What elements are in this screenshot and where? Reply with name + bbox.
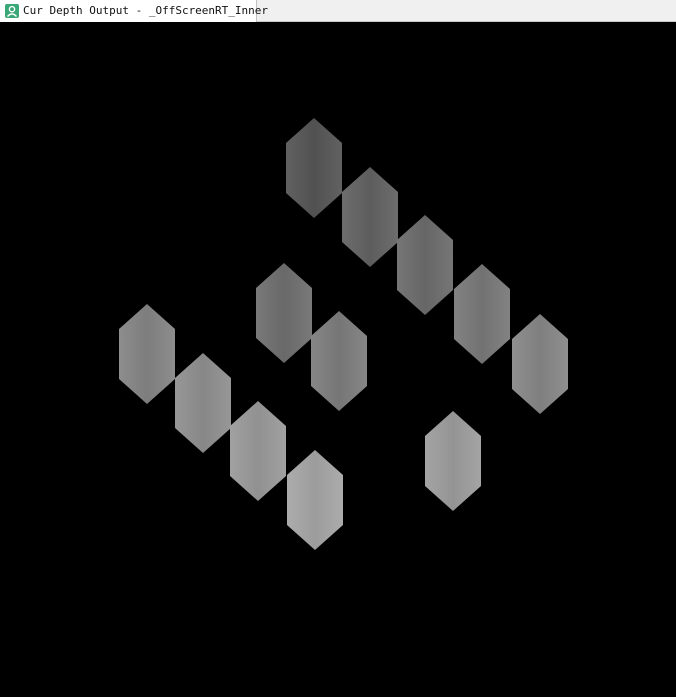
hexagon-12 bbox=[425, 411, 481, 511]
hexagon-11 bbox=[287, 450, 343, 550]
depth-output-window: Cur Depth Output - _OffScreenRT_Inner bbox=[0, 0, 676, 697]
hexagon-6 bbox=[256, 263, 312, 363]
hexagon-3 bbox=[397, 215, 453, 315]
hexagon-10 bbox=[230, 401, 286, 501]
tab-title: Cur Depth Output - _OffScreenRT_Inner bbox=[23, 4, 269, 17]
hexagon-9 bbox=[175, 353, 231, 453]
hexagon-7 bbox=[311, 311, 367, 411]
hexagon-8 bbox=[119, 304, 175, 404]
hexagon-2 bbox=[342, 167, 398, 267]
depth-viewport bbox=[0, 22, 676, 697]
depth-render bbox=[119, 118, 568, 550]
hexagon-4 bbox=[454, 264, 510, 364]
hexagon-1 bbox=[286, 118, 342, 218]
hexagon-5 bbox=[512, 314, 568, 414]
tab-depth-output[interactable]: Cur Depth Output - _OffScreenRT_Inner bbox=[0, 0, 268, 22]
title-bar: Cur Depth Output - _OffScreenRT_Inner bbox=[0, 0, 676, 22]
render-target-icon bbox=[5, 4, 19, 18]
